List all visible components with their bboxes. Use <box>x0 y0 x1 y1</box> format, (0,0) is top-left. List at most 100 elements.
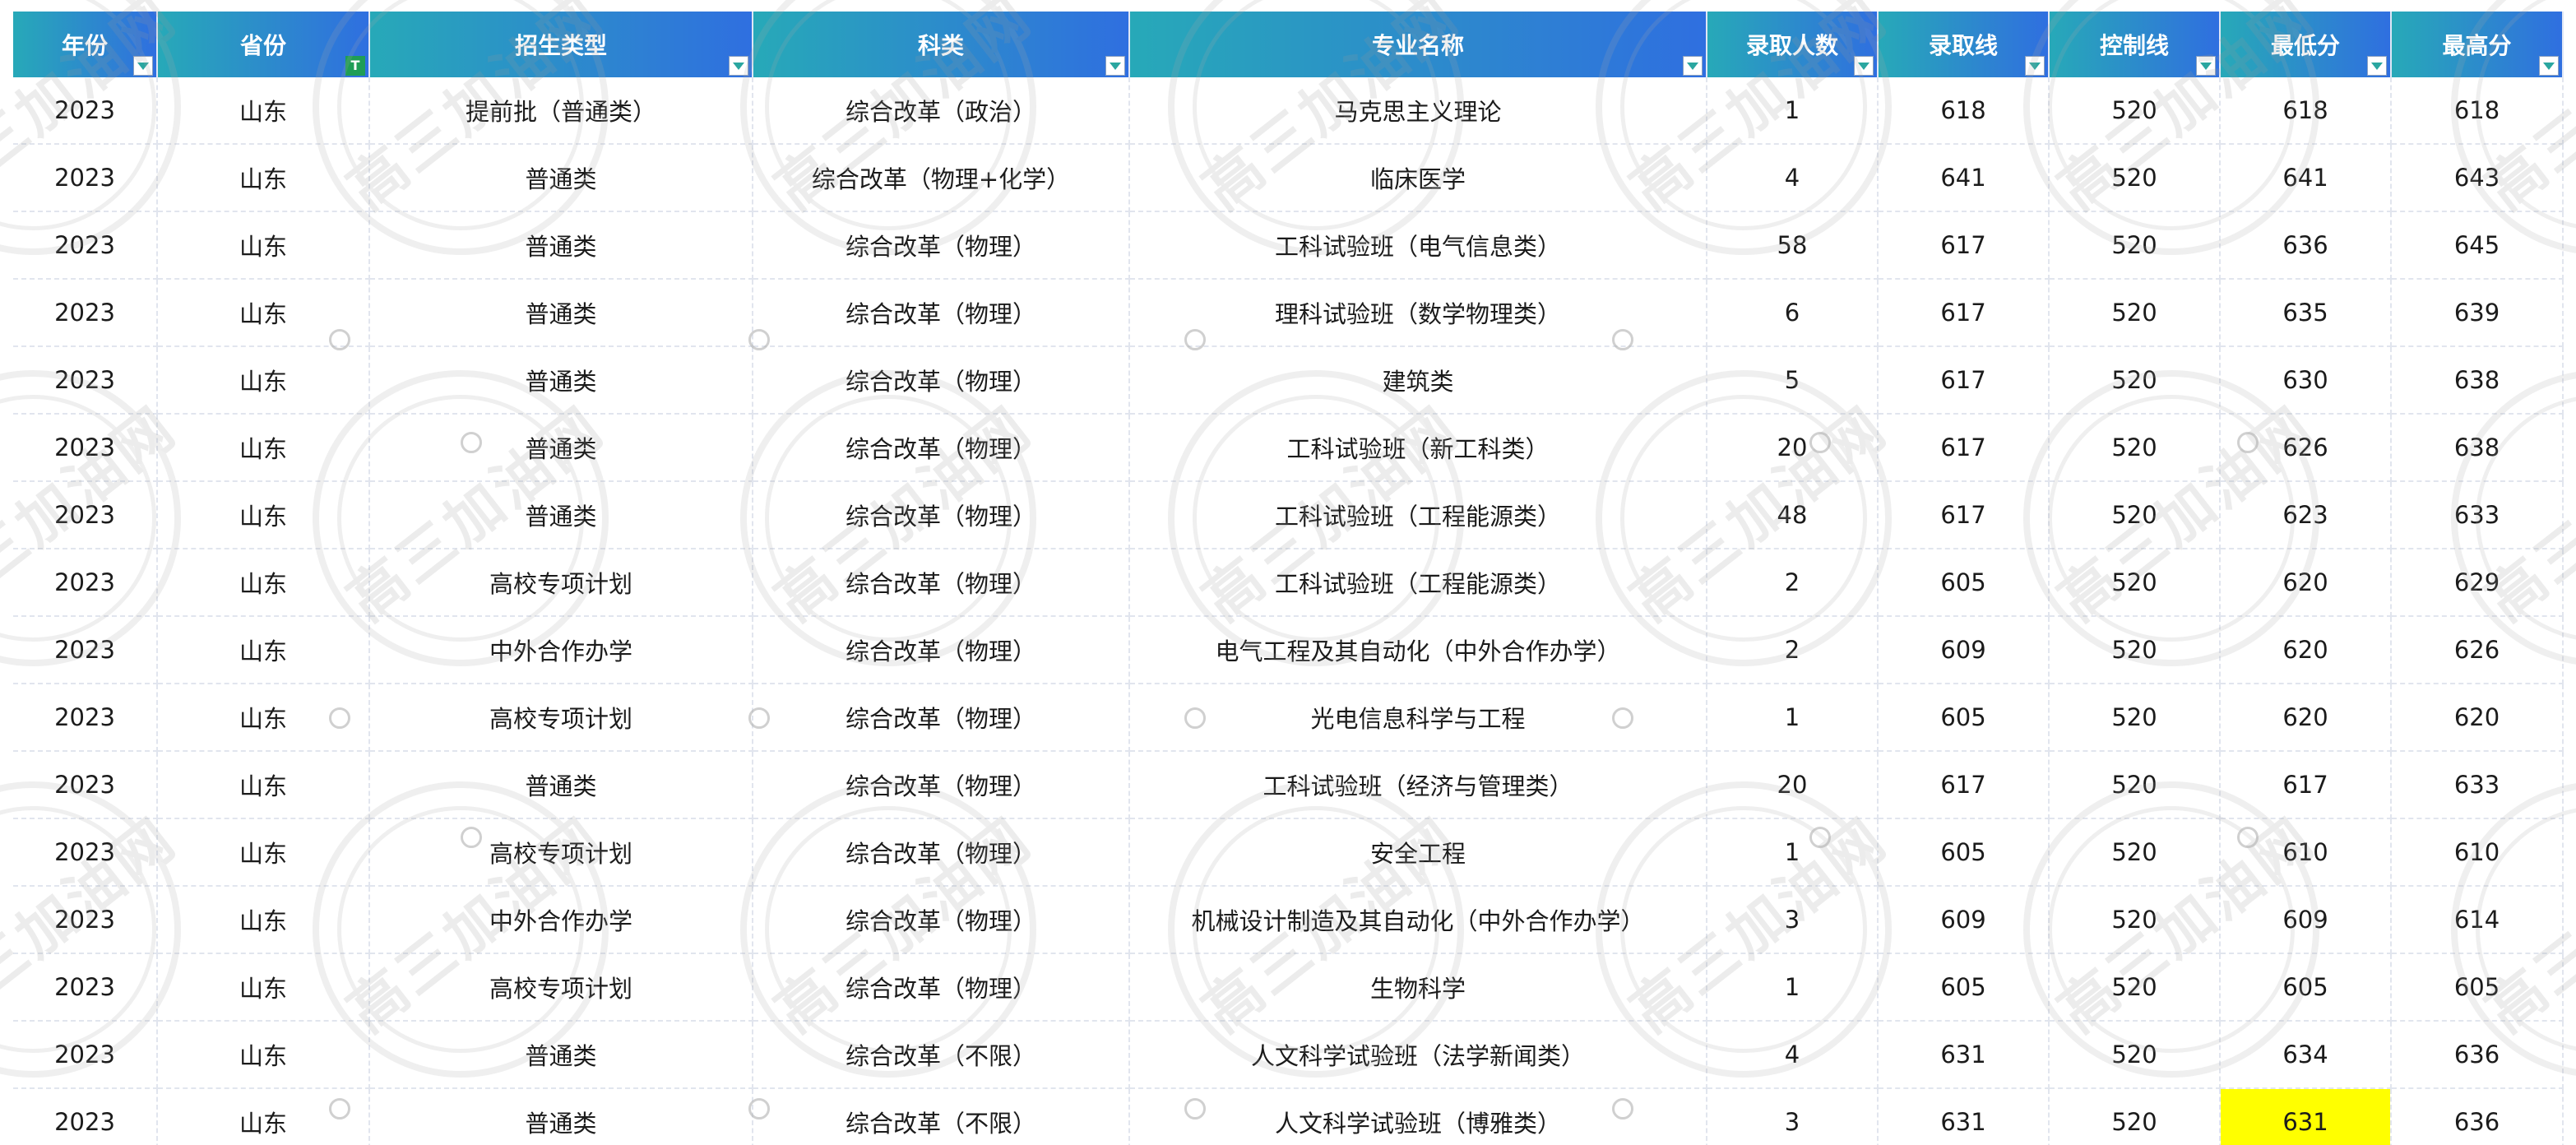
table-cell[interactable]: 机械设计制造及其自动化（中外合作办学） <box>1129 886 1707 954</box>
table-cell[interactable]: 48 <box>1707 481 1879 549</box>
table-cell[interactable]: 617 <box>1878 346 2050 415</box>
table-cell[interactable]: 520 <box>2049 953 2221 1022</box>
filter-dropdown-icon[interactable] <box>133 56 153 76</box>
table-cell[interactable]: 4 <box>1707 144 1879 212</box>
table-cell[interactable]: 综合改革（物理） <box>753 279 1130 347</box>
table-cell[interactable]: 631 <box>1878 1088 2050 1145</box>
table-cell[interactable]: 人文科学试验班（法学新闻类） <box>1129 1021 1707 1089</box>
table-cell[interactable]: 普通类 <box>369 279 753 347</box>
table-cell[interactable]: 综合改革（物理） <box>753 616 1130 684</box>
table-cell[interactable]: 5 <box>1707 346 1879 415</box>
table-cell[interactable]: 1 <box>1707 77 1879 145</box>
table-cell[interactable]: 520 <box>2049 751 2221 819</box>
table-row[interactable]: 2023 山东 高校专项计划 综合改革（物理） 工科试验班（工程能源类） 2 605 520 6… <box>13 549 2564 617</box>
table-cell[interactable]: 中外合作办学 <box>369 886 753 954</box>
table-cell[interactable]: 639 <box>2391 279 2564 347</box>
table-row[interactable]: 2023 山东 普通类 综合改革（物理） 工科试验班（新工科类） 20 617 520 626 6… <box>13 414 2564 482</box>
table-cell[interactable]: 2023 <box>13 751 158 819</box>
table-cell[interactable]: 2023 <box>13 886 158 954</box>
table-cell[interactable]: 617 <box>1878 414 2050 482</box>
table-cell[interactable]: 610 <box>2220 818 2392 887</box>
column-header[interactable]: 最低分 <box>2220 12 2392 77</box>
table-cell[interactable]: 综合改革（物理） <box>753 481 1130 549</box>
column-header[interactable]: 录取线 <box>1878 12 2050 77</box>
column-header[interactable]: 科类 <box>753 12 1130 77</box>
table-cell[interactable]: 617 <box>1878 211 2050 280</box>
table-cell[interactable]: 山东 <box>157 886 370 954</box>
filter-dropdown-icon[interactable] <box>1854 56 1874 76</box>
table-cell[interactable]: 633 <box>2391 481 2564 549</box>
table-cell[interactable]: 2023 <box>13 414 158 482</box>
table-cell[interactable]: 山东 <box>157 549 370 617</box>
table-cell[interactable]: 635 <box>2220 279 2392 347</box>
table-cell[interactable]: 普通类 <box>369 211 753 280</box>
table-cell[interactable]: 高校专项计划 <box>369 818 753 887</box>
table-cell[interactable]: 605 <box>1878 818 2050 887</box>
table-cell[interactable]: 综合改革（物理） <box>753 211 1130 280</box>
text-filter-icon[interactable]: T <box>345 56 365 76</box>
filter-dropdown-icon[interactable] <box>2196 56 2216 76</box>
table-cell[interactable]: 理科试验班（数学物理类） <box>1129 279 1707 347</box>
table-cell[interactable]: 2 <box>1707 616 1879 684</box>
table-cell[interactable]: 617 <box>2220 751 2392 819</box>
table-cell[interactable]: 520 <box>2049 77 2221 145</box>
table-cell[interactable]: 620 <box>2220 549 2392 617</box>
table-cell[interactable]: 605 <box>2220 953 2392 1022</box>
table-row[interactable]: 2023 山东 高校专项计划 综合改革（物理） 生物科学 1 605 520 605 605 <box>13 953 2564 1022</box>
table-cell[interactable]: 620 <box>2391 684 2564 752</box>
table-cell[interactable]: 高校专项计划 <box>369 953 753 1022</box>
table-cell[interactable]: 643 <box>2391 144 2564 212</box>
table-cell[interactable]: 综合改革（不限） <box>753 1021 1130 1089</box>
column-header[interactable]: 最高分 <box>2391 12 2564 77</box>
table-cell[interactable]: 电气工程及其自动化（中外合作办学） <box>1129 616 1707 684</box>
table-cell[interactable]: 普通类 <box>369 1088 753 1145</box>
table-row[interactable]: 2023 山东 普通类 综合改革（物理） 理科试验班（数学物理类） 6 617 520 635 6… <box>13 279 2564 347</box>
table-row[interactable]: 2023 山东 中外合作办学 综合改革（物理） 机械设计制造及其自动化（中外合作办学） 3… <box>13 886 2564 954</box>
table-cell[interactable]: 609 <box>1878 886 2050 954</box>
table-cell[interactable]: 520 <box>2049 144 2221 212</box>
table-cell[interactable]: 618 <box>2220 77 2392 145</box>
table-row[interactable]: 2023 山东 普通类 综合改革（物理） 工科试验班（电气信息类） 58 617 520 636… <box>13 211 2564 280</box>
column-header[interactable]: 专业名称 <box>1129 12 1707 77</box>
table-cell[interactable]: 提前批（普通类） <box>369 77 753 145</box>
table-cell[interactable]: 629 <box>2391 549 2564 617</box>
table-cell[interactable]: 520 <box>2049 818 2221 887</box>
table-cell[interactable]: 综合改革（物理） <box>753 953 1130 1022</box>
table-cell[interactable]: 2023 <box>13 953 158 1022</box>
table-cell[interactable]: 620 <box>2220 616 2392 684</box>
table-row[interactable]: 2023 山东 高校专项计划 综合改革（物理） 安全工程 1 605 520 610 610 <box>13 818 2564 887</box>
column-header[interactable]: 年份 <box>13 12 158 77</box>
table-cell[interactable]: 山东 <box>157 414 370 482</box>
filter-dropdown-icon[interactable] <box>2539 56 2559 76</box>
table-cell[interactable]: 普通类 <box>369 1021 753 1089</box>
table-cell[interactable]: 山东 <box>157 953 370 1022</box>
table-cell[interactable]: 1 <box>1707 953 1879 1022</box>
table-row[interactable]: 2023 山东 普通类 综合改革（物理） 工科试验班（经济与管理类） 20 617 520 61… <box>13 751 2564 819</box>
table-cell[interactable]: 520 <box>2049 1088 2221 1145</box>
table-cell[interactable]: 609 <box>2220 886 2392 954</box>
filter-dropdown-icon[interactable] <box>729 56 748 76</box>
table-cell[interactable]: 2023 <box>13 1088 158 1145</box>
filter-dropdown-icon[interactable] <box>1105 56 1125 76</box>
table-cell[interactable]: 520 <box>2049 211 2221 280</box>
table-cell[interactable]: 临床医学 <box>1129 144 1707 212</box>
table-cell[interactable]: 工科试验班（经济与管理类） <box>1129 751 1707 819</box>
table-cell[interactable]: 综合改革（物理） <box>753 818 1130 887</box>
table-cell[interactable]: 630 <box>2220 346 2392 415</box>
table-cell[interactable]: 工科试验班（电气信息类） <box>1129 211 1707 280</box>
table-cell[interactable]: 610 <box>2391 818 2564 887</box>
table-row[interactable]: 2023 山东 提前批（普通类） 综合改革（政治） 马克思主义理论 1 618 520 618 6… <box>13 77 2564 145</box>
table-cell[interactable]: 工科试验班（新工科类） <box>1129 414 1707 482</box>
table-cell[interactable]: 633 <box>2391 751 2564 819</box>
table-cell[interactable]: 58 <box>1707 211 1879 280</box>
table-cell[interactable]: 山东 <box>157 279 370 347</box>
table-cell[interactable]: 641 <box>1878 144 2050 212</box>
table-cell[interactable]: 520 <box>2049 684 2221 752</box>
table-cell[interactable]: 631 <box>2220 1088 2392 1145</box>
table-cell[interactable]: 综合改革（物理） <box>753 346 1130 415</box>
table-cell[interactable]: 建筑类 <box>1129 346 1707 415</box>
table-cell[interactable]: 605 <box>1878 953 2050 1022</box>
table-cell[interactable]: 山东 <box>157 684 370 752</box>
table-cell[interactable]: 20 <box>1707 414 1879 482</box>
table-cell[interactable]: 3 <box>1707 886 1879 954</box>
